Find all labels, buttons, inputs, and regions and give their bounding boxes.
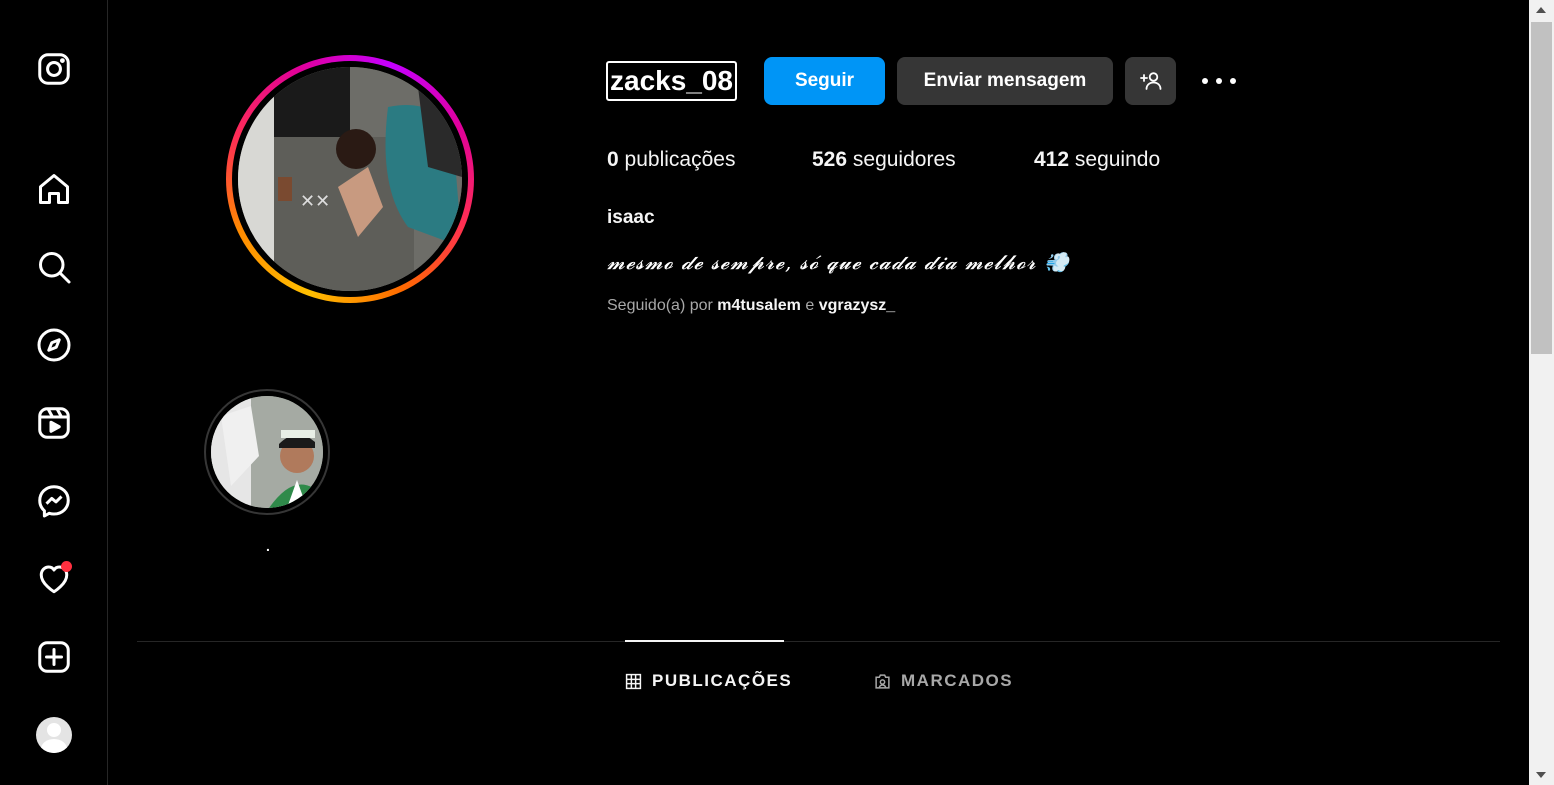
followers-count-link[interactable]: 526 seguidores <box>812 148 956 172</box>
scroll-down-icon[interactable] <box>1536 772 1546 778</box>
scrollbar-thumb[interactable] <box>1531 22 1552 354</box>
profile-avatar-story-ring[interactable]: ✕✕ <box>226 55 474 303</box>
send-message-button[interactable]: Enviar mensagem <box>897 57 1113 105</box>
add-person-icon <box>1139 72 1161 90</box>
posts-count: 0 publicações <box>607 148 736 171</box>
more-options-button[interactable] <box>1200 66 1238 96</box>
page-scrollbar[interactable] <box>1529 0 1554 785</box>
sidebar-profile-avatar[interactable] <box>36 717 72 753</box>
highlight-cover <box>211 396 323 508</box>
tab-posts[interactable]: PUBLICAÇÕES <box>625 668 792 694</box>
explore-icon[interactable] <box>34 325 74 365</box>
followed-by-user-link[interactable]: vgrazysz_ <box>819 297 896 314</box>
profile-full-name: isaac <box>607 207 655 228</box>
profile-bio: 𝓶𝓮𝓼𝓶𝓸 𝓭𝓮 𝓼𝓮𝓶𝓹𝓻𝓮, 𝓼𝓸́ 𝓺𝓾𝓮 𝓬𝓪𝓭𝓪 𝓭𝓲𝓪 𝓶𝓮𝓵𝓱𝓸𝓻… <box>607 250 1070 274</box>
tabs-divider <box>137 641 1500 642</box>
reels-icon[interactable] <box>34 403 74 443</box>
suggested-users-button[interactable] <box>1125 57 1176 105</box>
notification-badge <box>61 561 72 572</box>
messenger-icon[interactable] <box>34 481 74 521</box>
grid-icon <box>625 673 642 689</box>
followed-by-text: Seguido(a) por m4tusalem e vgrazysz_ <box>607 297 896 314</box>
notifications-heart-icon[interactable] <box>34 559 74 599</box>
home-icon[interactable] <box>34 169 74 209</box>
sidebar-nav <box>0 0 108 785</box>
tagged-person-icon <box>875 673 890 689</box>
followed-by-user-link[interactable]: m4tusalem <box>717 297 801 314</box>
create-icon[interactable] <box>34 637 74 677</box>
active-tab-indicator <box>625 640 784 642</box>
tab-tagged[interactable]: MARCADOS <box>874 668 1013 694</box>
profile-username: zacks_08 <box>606 61 738 101</box>
tab-tagged-label: MARCADOS <box>901 671 1014 690</box>
tab-posts-label: PUBLICAÇÕES <box>652 671 793 690</box>
search-icon[interactable] <box>34 247 74 287</box>
scroll-up-icon[interactable] <box>1536 7 1546 13</box>
instagram-logo-icon[interactable] <box>34 49 74 89</box>
following-count-link[interactable]: 412 seguindo <box>1034 148 1160 172</box>
svg-text:✕✕: ✕✕ <box>300 191 330 212</box>
story-highlight[interactable] <box>204 389 330 515</box>
profile-avatar: ✕✕ <box>238 67 462 291</box>
highlight-label: . <box>266 538 270 554</box>
more-dots-icon <box>1202 78 1236 84</box>
follow-button[interactable]: Seguir <box>764 57 885 105</box>
